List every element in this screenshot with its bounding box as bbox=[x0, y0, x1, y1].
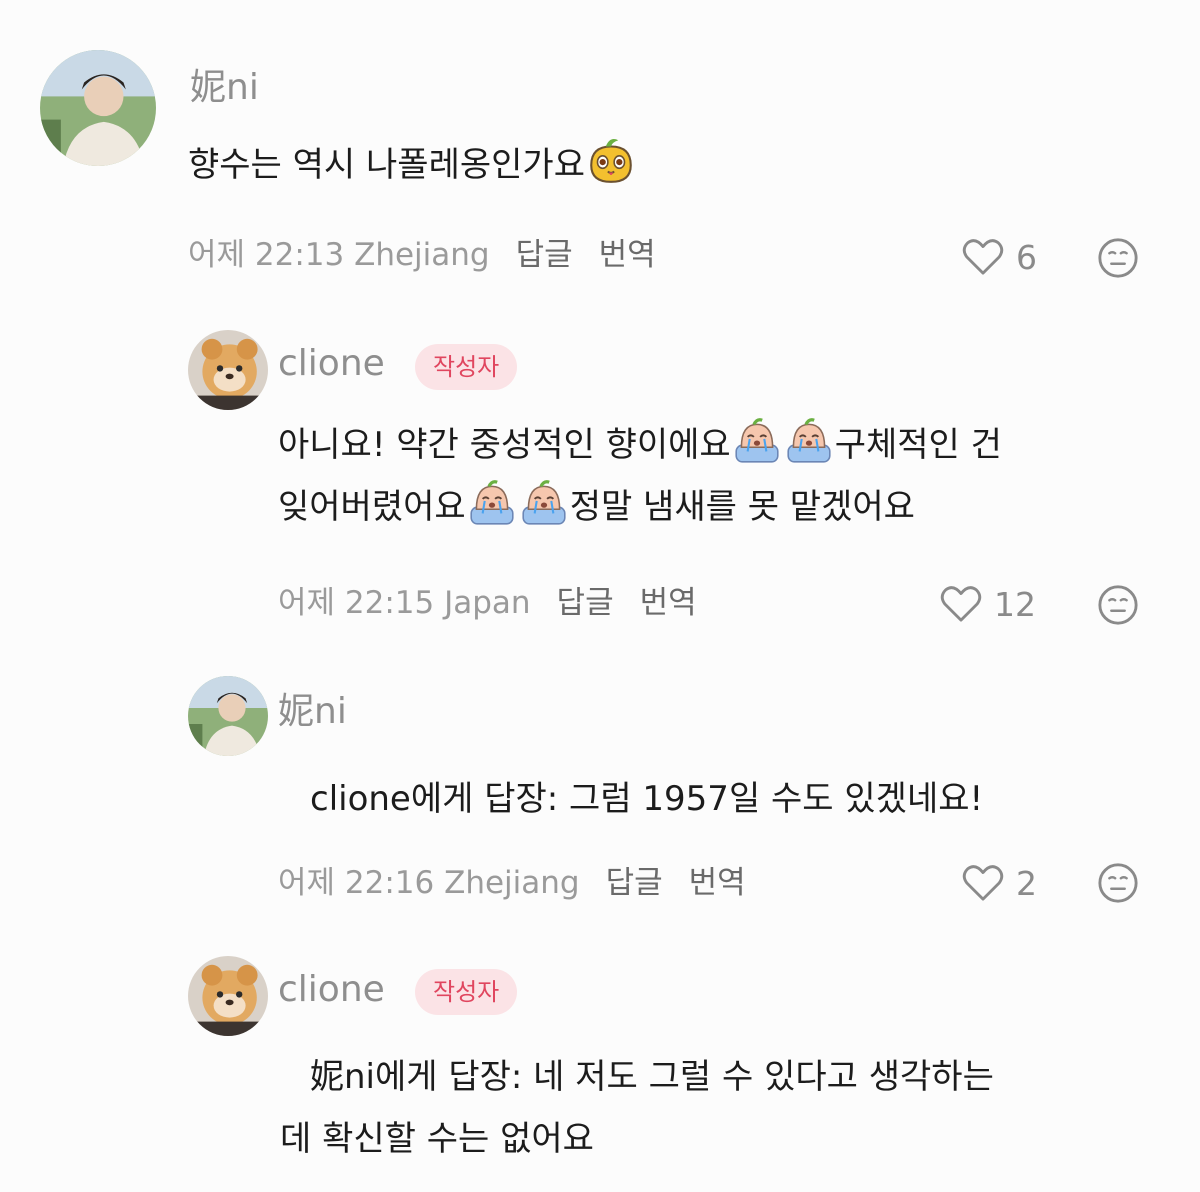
mango-face-emoji-icon bbox=[585, 134, 637, 186]
comment-meta: 어제 22:16 Zhejiang 답글 번역 bbox=[278, 868, 746, 899]
like-button[interactable]: 2 bbox=[962, 864, 1037, 902]
comment-text-segment: 妮ni에게 답장: 네 저도 그럴 수 있다고 생각하는 bbox=[310, 1057, 994, 1097]
timestamp-location: 어제 22:13 Zhejiang bbox=[188, 237, 490, 273]
comment-text-content: 향수는 역시 나폴레옹인가요 bbox=[188, 145, 585, 185]
translate-button[interactable]: 번역 bbox=[640, 585, 697, 621]
like-button[interactable]: 12 bbox=[940, 585, 1036, 623]
neutral-face-icon[interactable] bbox=[1097, 237, 1139, 279]
neutral-face-icon[interactable] bbox=[1097, 584, 1139, 626]
reply-button[interactable]: 답글 bbox=[557, 585, 614, 621]
comment-text: 아니요! 약간 중성적인 향이에요 구체적인 건 잊어버렸어요 정말 냄새를 못 맡… bbox=[278, 414, 1002, 538]
username[interactable]: 妮ni bbox=[278, 694, 347, 730]
timestamp-location: 어제 22:16 Zhejiang bbox=[278, 865, 580, 901]
crying-peach-emoji-icon bbox=[466, 476, 518, 528]
crying-peach-emoji-icon bbox=[783, 414, 835, 466]
comment-text-segment: 구체적인 건 bbox=[834, 425, 1002, 465]
crying-peach-emoji-icon bbox=[518, 476, 570, 528]
heart-outline-icon bbox=[962, 238, 1004, 276]
like-count: 6 bbox=[1016, 237, 1037, 277]
username[interactable]: clione bbox=[278, 972, 385, 1008]
comment-meta: 어제 22:13 Zhejiang 답글 번역 bbox=[188, 240, 656, 271]
comment-text-segment: 정말 냄새를 못 맡겠어요 bbox=[569, 487, 915, 527]
comment-text: clione에게 답장: 그럼 1957일 수도 있겠네요! bbox=[310, 768, 983, 830]
heart-outline-icon bbox=[940, 585, 982, 623]
neutral-face-icon[interactable] bbox=[1097, 862, 1139, 904]
reply-button[interactable]: 답글 bbox=[606, 865, 663, 901]
like-count: 12 bbox=[994, 584, 1036, 624]
heart-outline-icon bbox=[962, 864, 1004, 902]
comment-meta: 어제 22:15 Japan 답글 번역 bbox=[278, 588, 697, 619]
comment-text-line: 아니요! 약간 중성적인 향이에요 구체적인 건 bbox=[278, 414, 1002, 476]
username[interactable]: 妮ni bbox=[190, 70, 259, 106]
author-badge: 작성자 bbox=[415, 344, 518, 390]
comment-text-segment: 아니요! 약간 중성적인 향이에요 bbox=[278, 425, 731, 465]
comment-text-segment: 잊어버렸어요 bbox=[278, 487, 466, 527]
avatar[interactable] bbox=[188, 330, 268, 410]
avatar[interactable] bbox=[188, 956, 268, 1036]
translate-button[interactable]: 번역 bbox=[689, 865, 746, 901]
comment-text: 妮ni에게 답장: 네 저도 그럴 수 있다고 생각하는 데 확신할 수는 없어… bbox=[280, 1046, 994, 1170]
avatar[interactable] bbox=[188, 676, 268, 756]
comment-text-segment: 데 확신할 수는 없어요 bbox=[280, 1119, 594, 1159]
username[interactable]: clione bbox=[278, 346, 385, 382]
translate-button[interactable]: 번역 bbox=[599, 237, 656, 273]
like-count: 2 bbox=[1016, 863, 1037, 903]
crying-peach-emoji-icon bbox=[731, 414, 783, 466]
comment-text: 향수는 역시 나폴레옹인가요 bbox=[188, 134, 637, 196]
avatar[interactable] bbox=[40, 50, 156, 166]
author-badge: 작성자 bbox=[415, 969, 518, 1015]
comment-text-content: clione에게 답장: 그럼 1957일 수도 있겠네요! bbox=[310, 779, 984, 819]
timestamp-location: 어제 22:15 Japan bbox=[278, 585, 531, 621]
reply-button[interactable]: 답글 bbox=[516, 237, 573, 273]
comment-text-line: 데 확신할 수는 없어요 bbox=[280, 1108, 994, 1170]
comment-text-line: 妮ni에게 답장: 네 저도 그럴 수 있다고 생각하는 bbox=[280, 1046, 994, 1108]
like-button[interactable]: 6 bbox=[962, 238, 1037, 276]
comment-text-line: 잊어버렸어요 정말 냄새를 못 맡겠어요 bbox=[278, 476, 1002, 538]
